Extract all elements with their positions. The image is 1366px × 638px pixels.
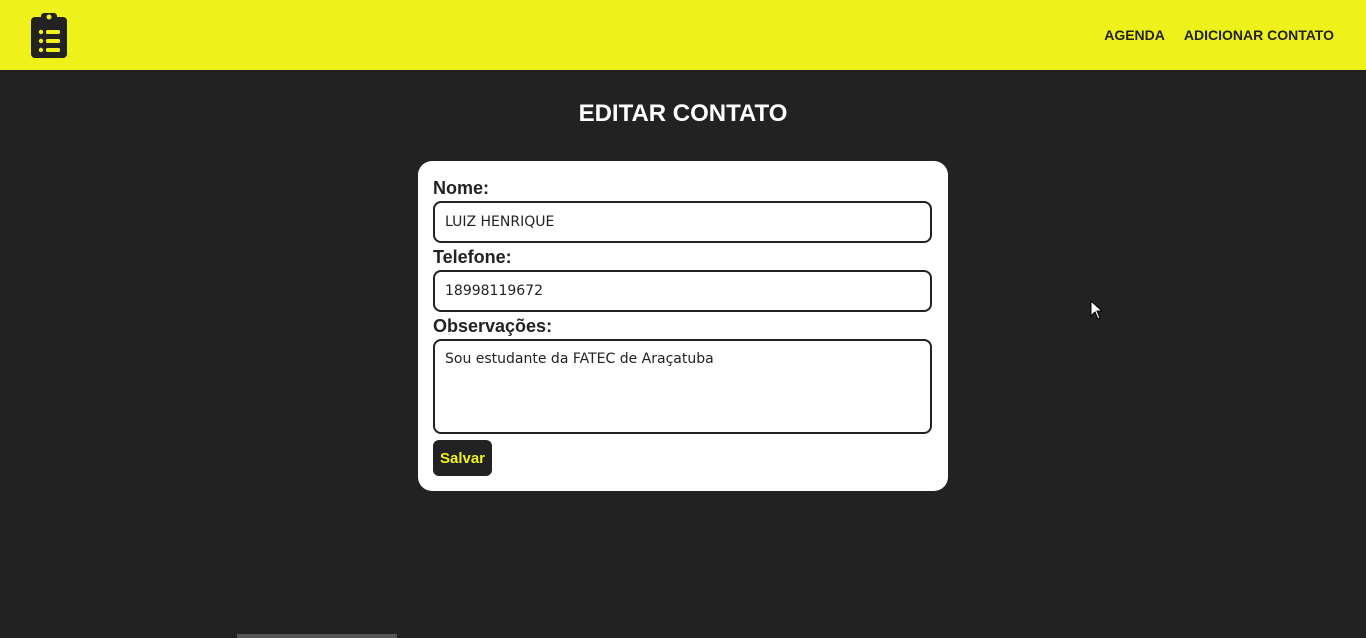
clipboard-list-icon[interactable] <box>30 11 68 59</box>
telefone-input[interactable] <box>433 270 932 312</box>
navbar: AGENDA ADICIONAR CONTATO <box>0 0 1366 70</box>
edit-contact-form: Nome: Telefone: Observações: Sou estudan… <box>418 161 948 491</box>
nome-input[interactable] <box>433 201 932 243</box>
page-title: EDITAR CONTATO <box>578 100 788 127</box>
nav-link-adicionar-contato[interactable]: ADICIONAR CONTATO <box>1184 27 1334 43</box>
nome-label: Nome: <box>433 178 490 198</box>
telefone-label: Telefone: <box>433 247 512 267</box>
observacoes-textarea[interactable]: Sou estudante da FATEC de Araçatuba <box>433 339 932 434</box>
observacoes-label: Observações: <box>433 316 553 336</box>
mouse-cursor-icon <box>1090 299 1104 325</box>
nav-links: AGENDA ADICIONAR CONTATO <box>1085 27 1334 43</box>
save-button[interactable]: Salvar <box>433 440 492 476</box>
horizontal-scrollbar[interactable] <box>237 634 397 638</box>
nav-link-agenda[interactable]: AGENDA <box>1104 27 1165 43</box>
